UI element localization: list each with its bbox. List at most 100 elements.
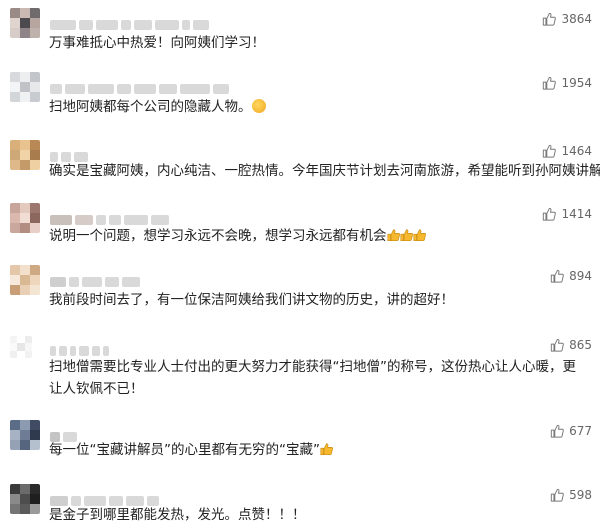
avatar-pixel [20,285,30,295]
avatar-pixel [20,203,30,213]
comment-text: 确实是宝藏阿姨，内心纯洁、一腔热情。今年国庆节计划去河南旅游，希望能听到孙阿姨讲… [49,163,600,179]
avatar-pixel [30,275,40,285]
like-count: 1464 [561,144,592,158]
avatar-pixel [17,336,25,344]
avatar-pixel [20,18,30,28]
comment-text-body: 说明一个问题，想学习永远不会晚，想学习永远都有机会 [49,228,387,244]
like-count: 3864 [561,12,592,26]
avatar-pixel [30,18,40,28]
thumbs-up-icon [543,12,557,26]
avatar[interactable] [10,203,40,233]
avatar-pixel [20,494,30,504]
avatar-pixel [30,92,40,102]
like-button[interactable]: 1464 [542,144,592,158]
avatar-pixel [24,343,32,351]
avatar[interactable] [10,336,32,358]
avatar-pixel [10,350,18,358]
avatar-pixel [20,420,30,430]
thumbs-up-emoji-icon [320,441,333,456]
comment-text-body: 每一位“宝藏讲解员”的心里都有无穷的“宝藏” [49,442,320,458]
sweat-smile-emoji-icon [251,99,266,113]
avatar-pixel [30,72,40,82]
avatar-pixel [10,203,20,213]
like-count: 598 [569,488,592,502]
like-button[interactable]: 598 [550,488,592,502]
avatar-pixel [30,150,40,160]
comment-text: 每一位“宝藏讲解员”的心里都有无穷的“宝藏” [49,439,333,461]
avatar-pixel [20,213,30,223]
avatar-pixel [10,18,20,28]
like-count: 865 [569,338,592,352]
avatar-pixel [20,223,30,233]
avatar[interactable] [10,484,40,514]
thumbs-up-emoji-icon [386,227,400,242]
avatar-pixel [20,160,30,170]
avatar-pixel [10,223,20,233]
like-button[interactable]: 894 [550,269,592,283]
avatar-pixel [10,72,20,82]
avatar-pixel [10,336,18,344]
avatar-pixel [10,275,20,285]
thumbs-up-icon [543,144,557,158]
avatar-pixel [10,92,20,102]
like-button[interactable]: 677 [550,424,592,438]
avatar-pixel [10,504,20,514]
avatar-pixel [20,72,30,82]
avatar-pixel [20,8,30,18]
username-blurred[interactable] [50,271,143,287]
avatar-pixel [20,504,30,514]
avatar-pixel [10,343,18,351]
avatar-pixel [24,350,32,358]
comment-text: 是金子到哪里都能发热，发光。点赞！！！ [49,507,306,523]
avatar-pixel [10,430,20,440]
avatar-pixel [10,420,20,430]
like-count: 1954 [561,76,592,90]
username-blurred[interactable] [50,340,112,356]
avatar-pixel [10,8,20,18]
avatar-pixel [20,28,30,38]
username-blurred[interactable] [50,490,162,506]
avatar-pixel [30,430,40,440]
avatar-pixel [30,484,40,494]
avatar[interactable] [10,72,40,102]
thumbs-up-icon [543,76,557,90]
like-button[interactable]: 1954 [542,76,592,90]
username-blurred[interactable] [50,146,91,162]
avatar-pixel [20,92,30,102]
comment-text-body: 扫地阿姨都每个公司的隐藏人物。 [49,99,252,115]
avatar[interactable] [10,265,40,295]
avatar-pixel [10,28,20,38]
avatar-pixel [20,265,30,275]
comment-text: 扫地阿姨都每个公司的隐藏人物。 [49,96,266,118]
avatar[interactable] [10,8,40,38]
avatar-pixel [30,160,40,170]
comment-text: 扫地僧需要比专业人士付出的更大努力才能获得“扫地僧”的称号，这份热心让人心暖，更… [49,359,576,397]
avatar-pixel [20,150,30,160]
avatar-pixel [30,140,40,150]
avatar-pixel [24,336,32,344]
avatar-pixel [10,82,20,92]
username-blurred[interactable] [50,426,80,442]
like-button[interactable]: 1414 [542,207,592,221]
like-button[interactable]: 3864 [542,12,592,26]
like-button[interactable]: 865 [550,338,592,352]
avatar-pixel [30,285,40,295]
avatar-pixel [30,265,40,275]
avatar-pixel [30,223,40,233]
avatar-pixel [20,430,30,440]
avatar-pixel [20,275,30,285]
avatar-pixel [10,265,20,275]
username-blurred[interactable] [50,209,172,225]
avatar-pixel [10,140,20,150]
username-blurred[interactable] [50,78,232,94]
thumbs-up-icon [550,338,564,352]
username-blurred[interactable] [50,14,212,30]
avatar-pixel [30,28,40,38]
avatar-pixel [30,504,40,514]
avatar[interactable] [10,140,40,170]
avatar[interactable] [10,420,40,450]
avatar-pixel [10,440,20,450]
like-count: 894 [569,269,592,283]
avatar-pixel [30,8,40,18]
comment-text: 说明一个问题，想学习永远不会晚，想学习永远都有机会 [49,225,426,247]
